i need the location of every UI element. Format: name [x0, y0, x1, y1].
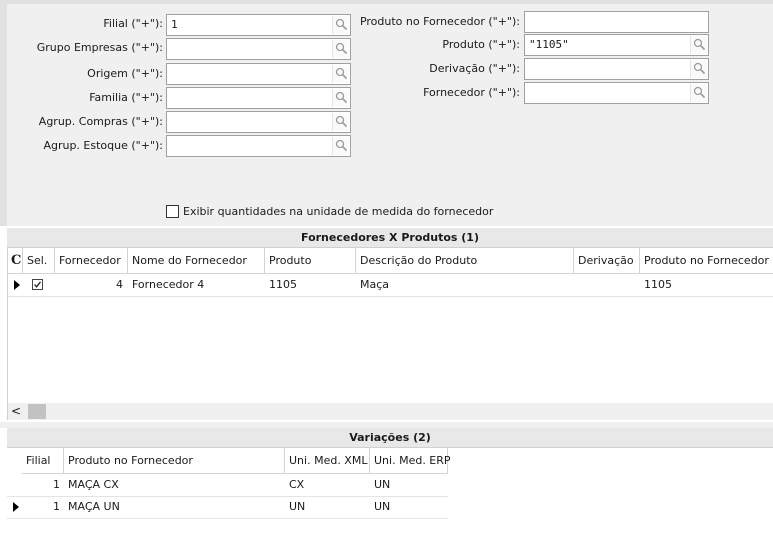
produto-value: "1105"	[529, 38, 569, 51]
agrup-compras-input[interactable]	[166, 111, 351, 133]
agrup-compras-label: Agrup. Compras ("+"):	[38, 115, 163, 128]
row-divider	[8, 296, 773, 297]
nome-cell: Fornecedor 4	[132, 278, 205, 291]
search-icon[interactable]	[332, 65, 349, 83]
grid2-title: Variações (2)	[7, 428, 773, 448]
row-indicator-icon	[13, 502, 19, 512]
search-icon[interactable]	[690, 60, 707, 78]
grid1-col-derivacao[interactable]: Derivação	[574, 248, 640, 274]
filial-cell: 1	[53, 478, 60, 491]
grupo-empresas-label: Grupo Empresas ("+"):	[36, 41, 163, 54]
filial-value: 1	[171, 18, 178, 31]
produto-fornecedor-cell: 1105	[644, 278, 672, 291]
descricao-cell: Maça	[360, 278, 390, 291]
produto-fornecedor-label: Produto no Fornecedor ("+"):	[359, 15, 520, 28]
produto-fornecedor-cell: MAÇA CX	[68, 478, 119, 491]
grid2-col-erp[interactable]: Uni. Med. ERP	[370, 448, 451, 474]
search-icon[interactable]	[332, 16, 349, 34]
grid1-col-produto-fornecedor[interactable]: Produto no Fornecedor	[640, 248, 773, 274]
grid2: Filial Produto no Fornecedor Uni. Med. X…	[7, 448, 773, 539]
sel-checkbox[interactable]	[32, 279, 43, 290]
search-icon[interactable]	[332, 89, 349, 107]
erp-cell: UN	[374, 500, 391, 513]
filial-input[interactable]: 1	[166, 14, 351, 36]
erp-cell: UN	[374, 478, 391, 491]
scroll-thumb[interactable]	[28, 404, 46, 419]
xml-cell: UN	[289, 500, 306, 513]
produto-fornecedor-cell: MAÇA UN	[68, 500, 120, 513]
produto-label: Produto ("+"):	[442, 38, 520, 51]
agrup-estoque-input[interactable]	[166, 135, 351, 157]
familia-input[interactable]	[166, 87, 351, 109]
derivacao-cell	[574, 274, 578, 296]
grid2-col-filial[interactable]: Filial	[22, 448, 64, 474]
search-icon[interactable]	[690, 36, 707, 54]
grid1-col-sel[interactable]: Sel.	[23, 248, 55, 274]
fornecedor-label: Fornecedor ("+"):	[423, 86, 520, 99]
fornecedor-input[interactable]	[524, 82, 709, 104]
agrup-estoque-label: Agrup. Estoque ("+"):	[43, 139, 163, 152]
grid1-title: Fornecedores X Produtos (1)	[7, 228, 773, 248]
scroll-left-button[interactable]: <	[11, 404, 21, 418]
grid2-col-produto-fornecedor[interactable]: Produto no Fornecedor	[64, 448, 285, 474]
row-divider	[7, 518, 448, 519]
origem-label: Origem ("+"):	[87, 67, 163, 80]
derivacao-label: Derivação ("+"):	[429, 62, 520, 75]
grid1-col-fornecedor[interactable]: Fornecedor	[55, 248, 128, 274]
grid1: C Sel. Fornecedor Nome do Fornecedor Pro…	[7, 248, 773, 420]
grid1-col-nome[interactable]: Nome do Fornecedor	[128, 248, 265, 274]
search-icon[interactable]	[332, 40, 349, 58]
familia-label: Familia ("+"):	[89, 91, 163, 104]
filial-label: Filial ("+"):	[103, 17, 163, 30]
grid2-col-xml[interactable]: Uni. Med. XML	[285, 448, 370, 474]
origem-input[interactable]	[166, 63, 351, 85]
unidade-fornecedor-checkbox-label: Exibir quantidades na unidade de medida …	[183, 205, 494, 218]
fornecedor-cell: 4	[116, 278, 123, 291]
filial-cell: 1	[53, 500, 60, 513]
unidade-fornecedor-checkbox[interactable]	[166, 205, 179, 218]
search-icon[interactable]	[690, 84, 707, 102]
search-icon[interactable]	[332, 113, 349, 131]
produto-cell: 1105	[269, 278, 297, 291]
grid1-col-descricao[interactable]: Descrição do Produto	[356, 248, 574, 274]
grid1-col-produto[interactable]: Produto	[265, 248, 356, 274]
grid1-col-c[interactable]: C	[8, 248, 23, 274]
row-indicator-icon	[14, 280, 20, 290]
horizontal-scrollbar[interactable]: <	[8, 403, 773, 420]
derivacao-input[interactable]	[524, 58, 709, 80]
xml-cell: CX	[289, 478, 305, 491]
grupo-empresas-input[interactable]	[166, 38, 351, 60]
produto-fornecedor-input[interactable]	[524, 11, 709, 33]
search-icon[interactable]	[332, 137, 349, 155]
produto-input[interactable]: "1105"	[524, 34, 709, 56]
